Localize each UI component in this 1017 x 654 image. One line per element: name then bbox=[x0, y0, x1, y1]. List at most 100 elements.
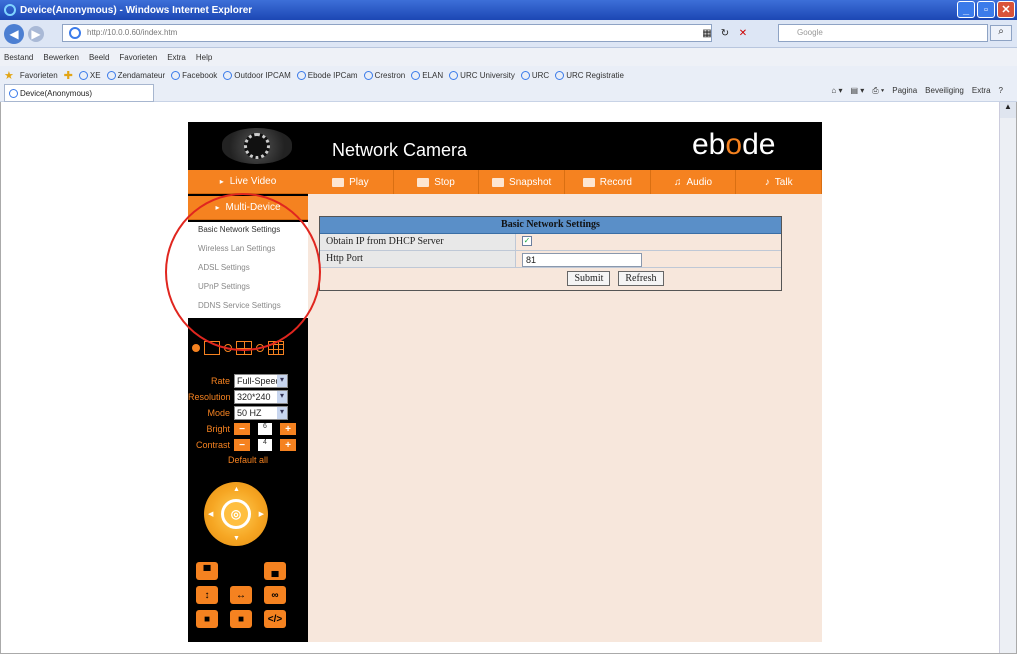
stop-patrol-icon[interactable]: </> bbox=[264, 610, 286, 628]
pan-down-icon[interactable]: ▼ bbox=[233, 535, 240, 542]
bright-decrease-button[interactable]: − bbox=[234, 423, 250, 435]
camera-logo-icon bbox=[222, 128, 292, 164]
stop-icon[interactable]: ✕ bbox=[736, 26, 750, 40]
basic-network-settings-form: Basic Network Settings Obtain IP from DH… bbox=[319, 216, 782, 291]
record-tab[interactable]: Record bbox=[565, 170, 651, 194]
record-icon bbox=[582, 177, 595, 187]
infinity-patrol-icon[interactable]: ∞ bbox=[264, 586, 286, 604]
highlight-circle bbox=[165, 193, 321, 351]
forward-button[interactable]: ▶ bbox=[28, 25, 44, 42]
live-video-button[interactable]: Live Video bbox=[188, 170, 308, 194]
rate-select[interactable]: Full-Speed bbox=[234, 374, 288, 388]
audio-tab[interactable]: ♫ Audio bbox=[650, 170, 737, 194]
resolution-label: Resolution bbox=[188, 392, 231, 402]
search-placeholder: Google bbox=[797, 28, 823, 37]
menu-edit[interactable]: Bewerken bbox=[43, 53, 79, 62]
pan-up-icon[interactable]: ▲ bbox=[233, 486, 240, 493]
scroll-up-icon[interactable]: ▲ bbox=[1000, 102, 1016, 118]
contrast-label: Contrast bbox=[195, 440, 230, 450]
cmd-safety[interactable]: Beveiliging bbox=[925, 86, 964, 96]
print-icon[interactable]: ⎙ ▾ bbox=[872, 86, 884, 96]
ptz-center-icon[interactable]: ◎ bbox=[221, 499, 251, 529]
refresh-button[interactable]: Refresh bbox=[618, 271, 664, 286]
layout-1-radio[interactable] bbox=[192, 344, 200, 352]
fav-link-4[interactable]: Ebode IPCam bbox=[296, 71, 358, 81]
http-port-label: Http Port bbox=[320, 251, 516, 267]
camera-header: Network Camera ebode bbox=[188, 122, 822, 170]
home-icon[interactable]: ⌂ ▾ bbox=[831, 86, 842, 96]
io-off-icon[interactable]: ■ bbox=[196, 610, 218, 628]
mode-label: Mode bbox=[207, 408, 230, 418]
back-button[interactable]: ◀ bbox=[4, 23, 24, 44]
maximize-button[interactable]: ▫ bbox=[977, 1, 995, 18]
vertical-patrol-icon[interactable]: ↕ bbox=[196, 586, 218, 604]
search-button[interactable]: ⌕ bbox=[990, 25, 1012, 41]
minimize-button[interactable]: _ bbox=[957, 1, 975, 18]
submit-button[interactable]: Submit bbox=[567, 271, 611, 286]
http-port-input[interactable]: 81 bbox=[522, 253, 642, 267]
stop-tab[interactable]: Stop bbox=[393, 170, 480, 194]
form-header: Basic Network Settings bbox=[320, 217, 781, 234]
dhcp-label: Obtain IP from DHCP Server bbox=[320, 234, 516, 250]
fav-link-6[interactable]: ELAN bbox=[411, 71, 443, 81]
browser-viewport: ▲ Network Camera ebode Live Video Multi-… bbox=[0, 102, 1017, 654]
address-bar[interactable]: http://10.0.0.60/index.htm bbox=[62, 24, 712, 42]
bright-increase-button[interactable]: + bbox=[280, 423, 296, 435]
io-on-icon[interactable]: ■ bbox=[230, 610, 252, 628]
fav-link-8[interactable]: URC bbox=[520, 71, 549, 81]
flip-vertical-icon[interactable]: ▀ bbox=[196, 562, 218, 580]
page-icon bbox=[69, 27, 81, 39]
menu-file[interactable]: Bestand bbox=[4, 53, 33, 62]
fav-link-5[interactable]: Crestron bbox=[363, 71, 405, 81]
default-all-button[interactable]: Default all bbox=[188, 455, 308, 465]
window-titlebar: Device(Anonymous) - Windows Internet Exp… bbox=[0, 0, 1017, 20]
bright-label: Bright bbox=[206, 424, 230, 434]
fav-link-0[interactable]: XE bbox=[78, 71, 101, 81]
browser-tab[interactable]: Device(Anonymous) bbox=[4, 84, 154, 102]
menu-view[interactable]: Beeld bbox=[89, 53, 109, 62]
rate-label: Rate bbox=[210, 376, 230, 386]
talk-tab[interactable]: ♪ Talk bbox=[736, 170, 823, 194]
help-icon[interactable]: ? bbox=[999, 86, 1003, 96]
horizontal-patrol-icon[interactable]: ↔ bbox=[230, 586, 252, 604]
menu-tools[interactable]: Extra bbox=[167, 53, 186, 62]
talk-icon: ♪ bbox=[764, 176, 770, 188]
flip-horizontal-icon[interactable]: ▄ bbox=[264, 562, 286, 580]
camera-title: Network Camera bbox=[332, 140, 468, 160]
close-button[interactable]: ✕ bbox=[997, 1, 1015, 18]
pan-right-icon[interactable]: ▶ bbox=[259, 510, 264, 518]
search-input[interactable]: Google bbox=[778, 24, 988, 42]
fav-link-7[interactable]: URC University bbox=[449, 71, 515, 81]
fav-link-1[interactable]: Zendamateur bbox=[106, 71, 165, 81]
navigation-bar: ◀ ▶ http://10.0.0.60/index.htm ▦ ↻ ✕ Goo… bbox=[0, 20, 1017, 48]
refresh-icon[interactable]: ↻ bbox=[718, 26, 732, 40]
fav-link-3[interactable]: Outdoor IPCAM bbox=[223, 71, 291, 81]
contrast-increase-button[interactable]: + bbox=[280, 439, 296, 451]
play-tab[interactable]: Play bbox=[308, 170, 394, 194]
menu-help[interactable]: Help bbox=[196, 53, 212, 62]
menu-bar: Bestand Bewerken Beeld Favorieten Extra … bbox=[0, 48, 1017, 66]
cmd-tools[interactable]: Extra bbox=[972, 86, 991, 96]
resolution-select[interactable]: 320*240 bbox=[234, 390, 288, 404]
brand-logo: ebode bbox=[692, 128, 776, 161]
bright-value: 6 bbox=[258, 423, 272, 435]
menu-favorites[interactable]: Favorieten bbox=[119, 53, 157, 62]
window-title: Device(Anonymous) - Windows Internet Exp… bbox=[20, 4, 253, 16]
cmd-page[interactable]: Pagina bbox=[892, 86, 917, 96]
ptz-control-pad[interactable]: ▲ ▼ ◀ ▶ ◎ bbox=[204, 482, 268, 546]
mode-select[interactable]: 50 HZ bbox=[234, 406, 288, 420]
contrast-decrease-button[interactable]: − bbox=[234, 439, 250, 451]
ie-logo-icon bbox=[4, 4, 16, 16]
snapshot-tab[interactable]: Snapshot bbox=[479, 170, 566, 194]
play-icon bbox=[332, 177, 345, 187]
compatibility-icon[interactable]: ▦ bbox=[700, 26, 714, 40]
camera-toolbar: Play Stop Snapshot Record ♫ Audio ♪ Talk bbox=[308, 170, 823, 194]
fav-link-2[interactable]: Facebook bbox=[171, 71, 217, 81]
feeds-icon[interactable]: ▤ ▾ bbox=[850, 86, 864, 96]
pan-left-icon[interactable]: ◀ bbox=[208, 510, 213, 518]
vertical-scrollbar[interactable]: ▲ bbox=[999, 102, 1016, 653]
fav-link-9[interactable]: URC Registratie bbox=[555, 71, 624, 81]
dhcp-checkbox[interactable]: ✓ bbox=[522, 236, 532, 246]
add-favorite-icon[interactable]: ✚ bbox=[64, 69, 73, 82]
favorites-button[interactable]: Favorieten bbox=[20, 71, 58, 80]
